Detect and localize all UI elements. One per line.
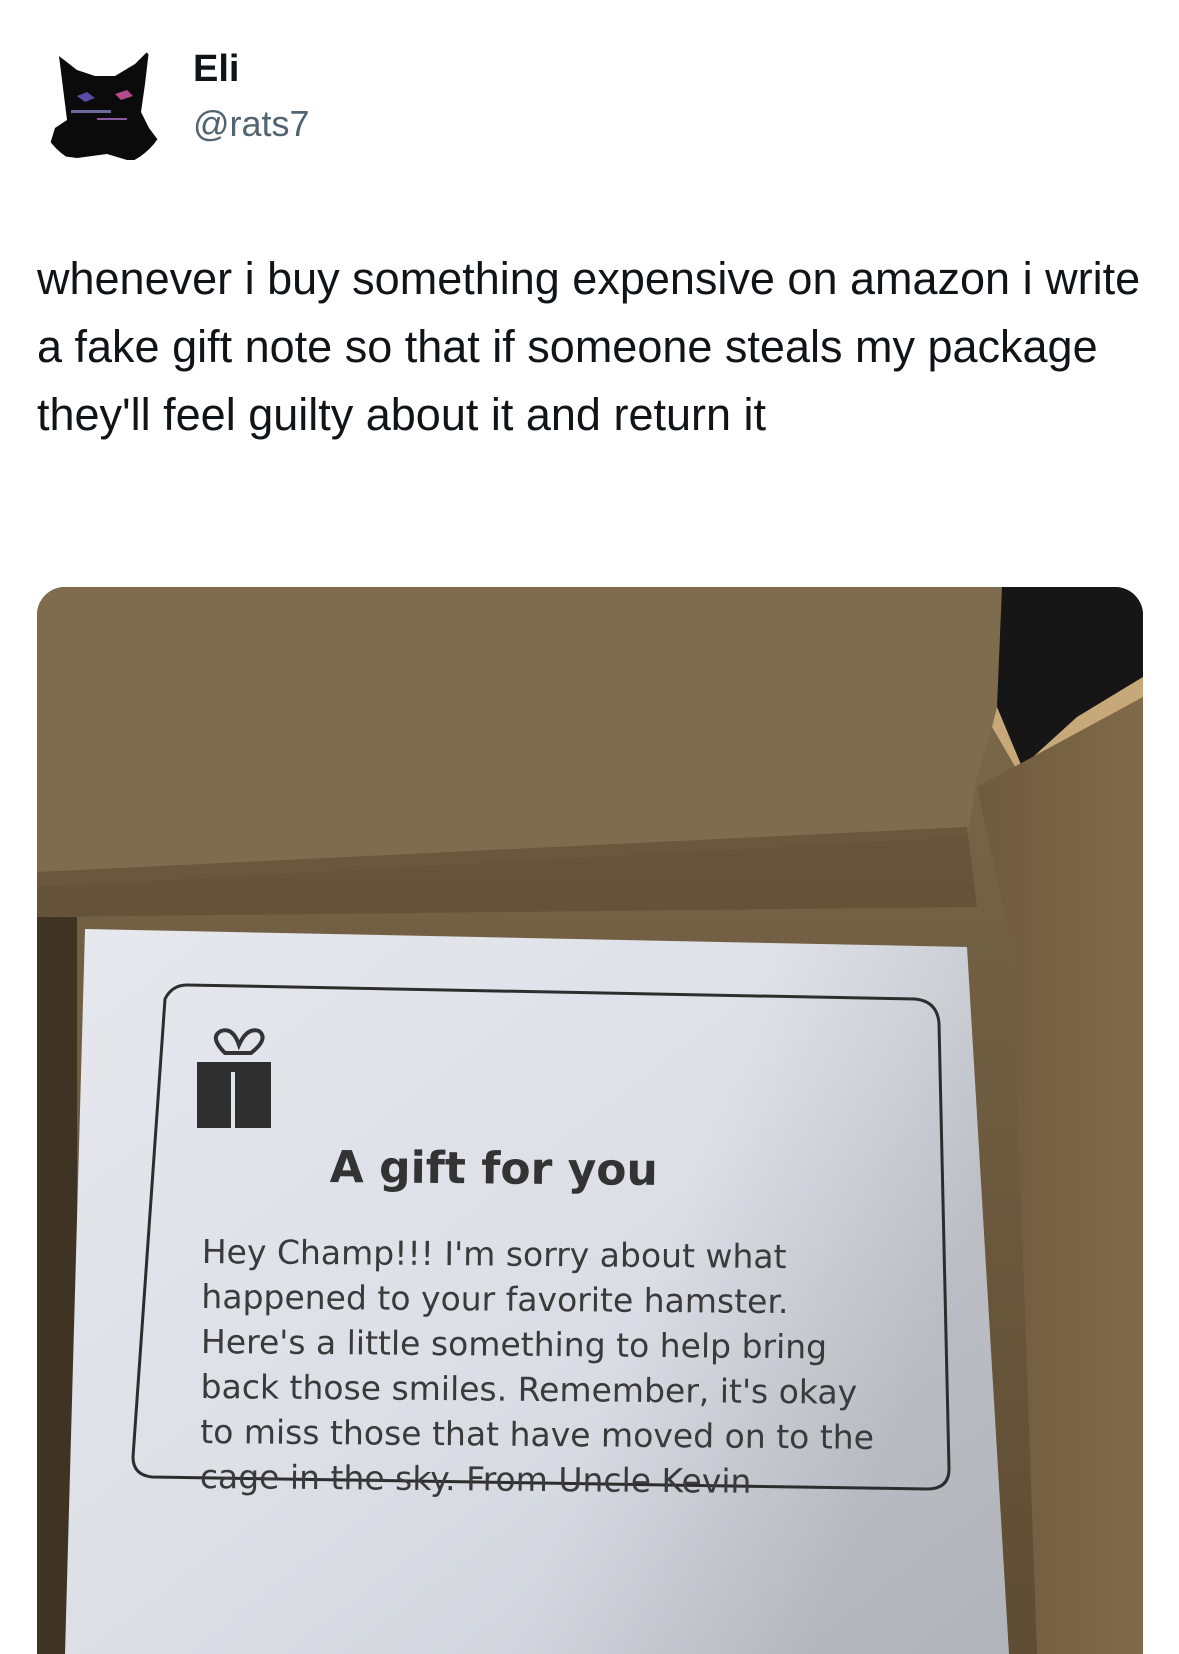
black-cat-avatar-icon <box>37 36 169 168</box>
gift-note-message: Hey Champ!!! I'm sorry about what happen… <box>200 1229 922 1505</box>
gift-note-line: Here's a little something to help bring <box>200 1321 828 1367</box>
gift-note-line: back those smiles. Remember, it's okay <box>200 1366 858 1412</box>
avatar[interactable] <box>37 36 169 168</box>
gift-note-line: happened to your favorite hamster. <box>201 1276 789 1322</box>
gift-note-line: Hey Champ!!! I'm sorry about what <box>201 1231 787 1277</box>
gift-note-line: cage in the sky. From Uncle Kevin <box>199 1456 752 1501</box>
tweet-media-photo[interactable]: A gift for you Hey Champ!!! I'm sorry ab… <box>37 587 1143 1654</box>
user-handle[interactable]: @rats7 <box>193 103 310 145</box>
tweet-text: whenever i buy something expensive on am… <box>37 253 1141 440</box>
gift-note-line: to miss those that have moved on to the <box>200 1411 875 1457</box>
display-name[interactable]: Eli <box>193 48 239 91</box>
gift-note-title: A gift for you <box>329 1142 659 1196</box>
